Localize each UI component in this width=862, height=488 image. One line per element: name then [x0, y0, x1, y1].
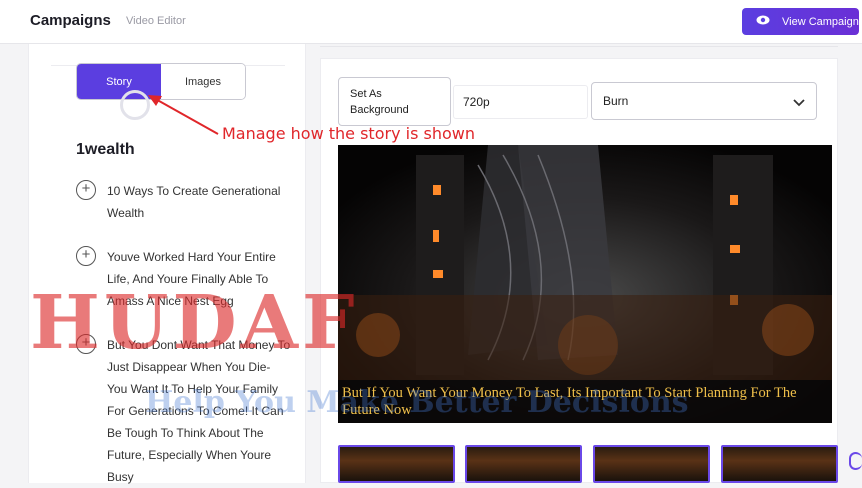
story-title: 1wealth: [76, 141, 135, 158]
story-item-text: 10 Ways To Create Generational Wealth: [107, 184, 281, 220]
page-subtitle: Video Editor: [126, 15, 186, 27]
annotation-text: Manage how the story is shown: [222, 124, 475, 143]
video-preview[interactable]: But If You Want Your Money To Last, Its …: [338, 145, 832, 423]
top-bar: Campaigns Video Editor View Campaign: [0, 0, 862, 44]
eye-icon: [756, 15, 770, 28]
scene-thumbnail[interactable]: [721, 445, 838, 483]
transition-value: Burn: [603, 94, 629, 108]
tab-story[interactable]: Story: [77, 64, 161, 99]
resolution-value: 720p: [463, 95, 490, 109]
view-campaign-button[interactable]: View Campaign: [742, 8, 859, 35]
story-tabs: Story Images: [76, 63, 246, 100]
scene-thumbnail[interactable]: [338, 445, 455, 483]
tab-images-label: Images: [184, 75, 222, 88]
loading-spinner-icon: [120, 90, 150, 120]
set-as-background-label: Set As Background: [350, 88, 409, 116]
chat-icon[interactable]: [849, 452, 862, 470]
resolution-field[interactable]: 720p: [453, 85, 588, 119]
tab-images[interactable]: Images: [161, 64, 245, 99]
chevron-down-icon: [793, 96, 805, 110]
tab-story-label: Story: [106, 75, 132, 88]
video-frame-image: [338, 145, 832, 423]
add-icon[interactable]: +: [76, 246, 96, 266]
view-campaign-label: View Campaign: [782, 15, 859, 28]
scene-thumbnails: [338, 445, 838, 483]
page-title: Campaigns: [30, 12, 111, 29]
set-as-background-button[interactable]: Set As Background: [338, 77, 451, 126]
watermark-tagline: Help You Make Better Decisions: [145, 385, 689, 420]
scene-thumbnail[interactable]: [465, 445, 582, 483]
scene-thumbnail[interactable]: [593, 445, 710, 483]
add-icon[interactable]: +: [76, 180, 96, 200]
transition-select[interactable]: Burn: [591, 82, 817, 120]
watermark-logo: HUDAF: [30, 280, 359, 366]
panel-top-divider: [320, 44, 838, 47]
